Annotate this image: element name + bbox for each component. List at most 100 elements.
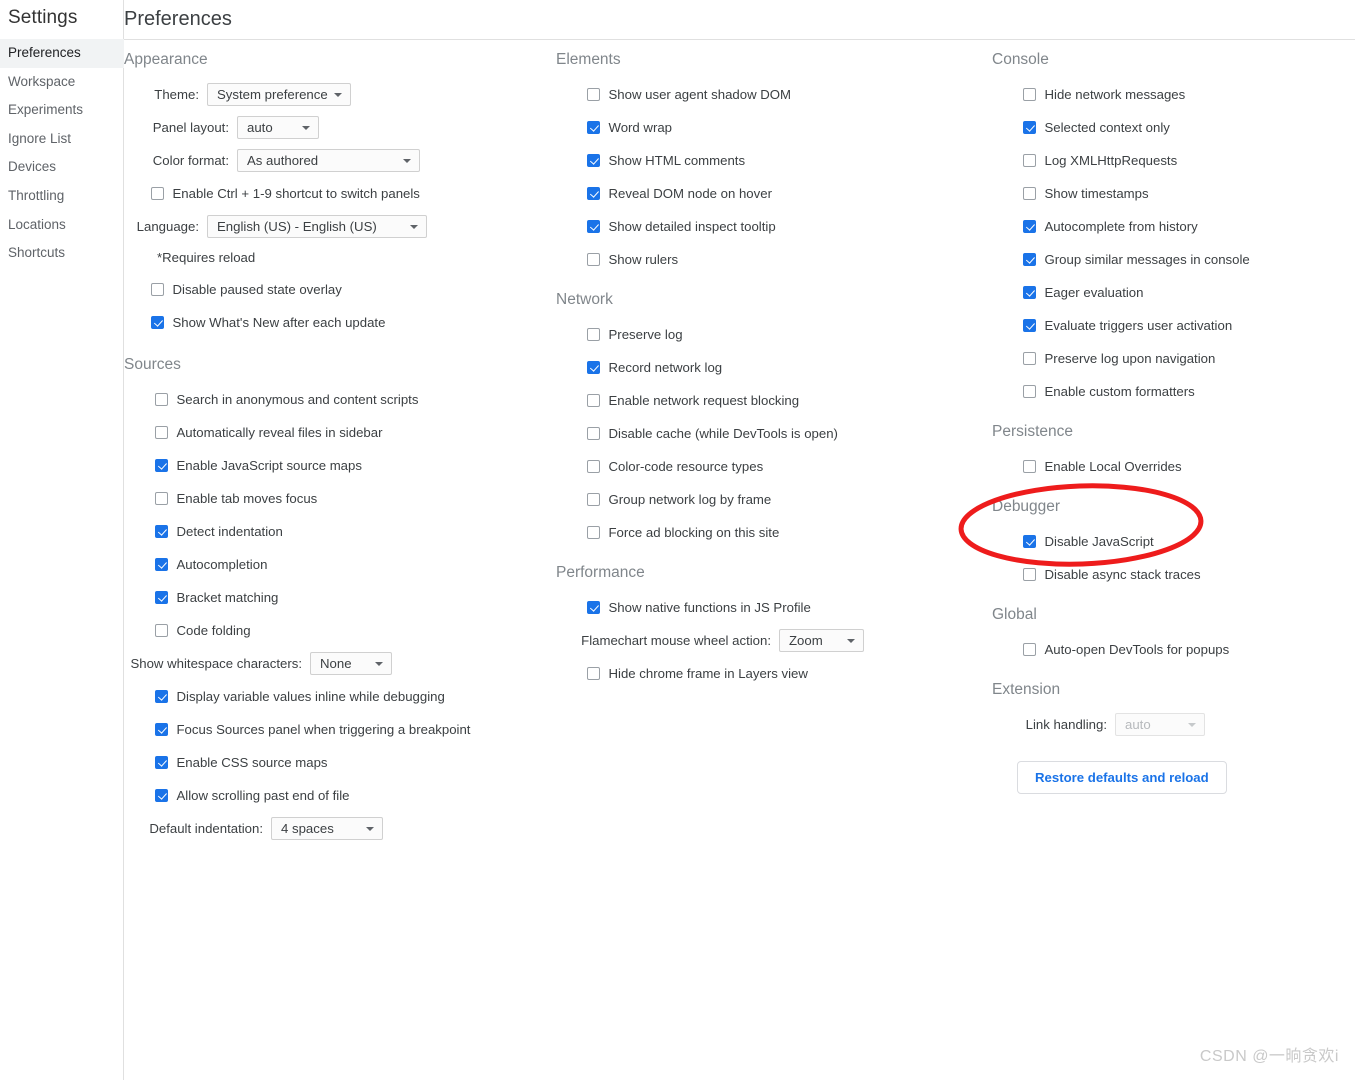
checkbox-detailed-tooltip[interactable]: [587, 220, 600, 233]
checkbox-row-selected-context-only[interactable]: Selected context only: [992, 111, 1355, 144]
sidebar-item-workspace[interactable]: Workspace: [0, 68, 124, 97]
checkbox-force-ad-blocking[interactable]: [587, 526, 600, 539]
checkbox-preserve-log-navigation[interactable]: [1023, 352, 1036, 365]
checkbox-row-reveal-dom-node[interactable]: Reveal DOM node on hover: [556, 177, 986, 210]
checkbox-disable-javascript[interactable]: [1023, 535, 1036, 548]
checkbox-ctrl-shortcut[interactable]: [151, 187, 164, 200]
checkbox-search-anonymous[interactable]: [155, 393, 168, 406]
checkbox-row-disable-paused-overlay[interactable]: Disable paused state overlay: [124, 273, 554, 306]
checkbox-row-scroll-past-eof[interactable]: Allow scrolling past end of file: [124, 779, 554, 812]
color-format-select[interactable]: As authored: [237, 149, 420, 172]
checkbox-row-local-overrides[interactable]: Enable Local Overrides: [992, 450, 1355, 483]
checkbox-row-disable-javascript[interactable]: Disable JavaScript: [992, 525, 1355, 558]
checkbox-auto-reveal-files[interactable]: [155, 426, 168, 439]
checkbox-row-color-code-resources[interactable]: Color-code resource types: [556, 450, 986, 483]
checkbox-row-group-by-frame[interactable]: Group network log by frame: [556, 483, 986, 516]
checkbox-eager-evaluation[interactable]: [1023, 286, 1036, 299]
checkbox-row-record-network-log[interactable]: Record network log: [556, 351, 986, 384]
checkbox-row-search-anonymous[interactable]: Search in anonymous and content scripts: [124, 383, 554, 416]
checkbox-group-similar-messages[interactable]: [1023, 253, 1036, 266]
checkbox-row-detailed-tooltip[interactable]: Show detailed inspect tooltip: [556, 210, 986, 243]
checkbox-group-by-frame[interactable]: [587, 493, 600, 506]
checkbox-row-eager-evaluation[interactable]: Eager evaluation: [992, 276, 1355, 309]
checkbox-row-hide-chrome-frame[interactable]: Hide chrome frame in Layers view: [556, 657, 986, 690]
checkbox-row-code-folding[interactable]: Code folding: [124, 614, 554, 647]
theme-select[interactable]: System preference: [207, 83, 351, 106]
checkbox-disable-async-stack-traces[interactable]: [1023, 568, 1036, 581]
checkbox-row-disable-async-stack-traces[interactable]: Disable async stack traces: [992, 558, 1355, 591]
checkbox-row-tab-moves-focus[interactable]: Enable tab moves focus: [124, 482, 554, 515]
checkbox-html-comments[interactable]: [587, 154, 600, 167]
checkbox-shadow-dom[interactable]: [587, 88, 600, 101]
checkbox-row-hide-network-messages[interactable]: Hide network messages: [992, 78, 1355, 111]
checkbox-css-source-maps[interactable]: [155, 756, 168, 769]
checkbox-word-wrap[interactable]: [587, 121, 600, 134]
checkbox-row-custom-formatters[interactable]: Enable custom formatters: [992, 375, 1355, 408]
sidebar-item-devices[interactable]: Devices: [0, 153, 124, 182]
checkbox-record-network-log[interactable]: [587, 361, 600, 374]
checkbox-row-detect-indentation[interactable]: Detect indentation: [124, 515, 554, 548]
checkbox-row-autocompletion[interactable]: Autocompletion: [124, 548, 554, 581]
checkbox-tab-moves-focus[interactable]: [155, 492, 168, 505]
checkbox-row-css-source-maps[interactable]: Enable CSS source maps: [124, 746, 554, 779]
whitespace-select[interactable]: None: [310, 652, 392, 675]
checkbox-inline-values[interactable]: [155, 690, 168, 703]
checkbox-row-evaluate-user-activation[interactable]: Evaluate triggers user activation: [992, 309, 1355, 342]
default-indentation-select[interactable]: 4 spaces: [271, 817, 383, 840]
checkbox-row-disable-cache[interactable]: Disable cache (while DevTools is open): [556, 417, 986, 450]
checkbox-row-request-blocking[interactable]: Enable network request blocking: [556, 384, 986, 417]
checkbox-row-word-wrap[interactable]: Word wrap: [556, 111, 986, 144]
checkbox-custom-formatters[interactable]: [1023, 385, 1036, 398]
restore-defaults-button[interactable]: Restore defaults and reload: [1017, 761, 1227, 794]
checkbox-show-timestamps[interactable]: [1023, 187, 1036, 200]
checkbox-row-bracket-matching[interactable]: Bracket matching: [124, 581, 554, 614]
checkbox-local-overrides[interactable]: [1023, 460, 1036, 473]
checkbox-disable-cache[interactable]: [587, 427, 600, 440]
checkbox-row-show-rulers[interactable]: Show rulers: [556, 243, 986, 276]
checkbox-focus-sources-panel[interactable]: [155, 723, 168, 736]
panel-layout-select[interactable]: auto: [237, 116, 319, 139]
language-select[interactable]: English (US) - English (US): [207, 215, 427, 238]
checkbox-show-rulers[interactable]: [587, 253, 600, 266]
link-handling-select[interactable]: auto: [1115, 713, 1205, 736]
sidebar-item-experiments[interactable]: Experiments: [0, 96, 124, 125]
checkbox-color-code-resources[interactable]: [587, 460, 600, 473]
sidebar-item-preferences[interactable]: Preferences: [0, 39, 124, 68]
checkbox-autocompletion[interactable]: [155, 558, 168, 571]
checkbox-code-folding[interactable]: [155, 624, 168, 637]
checkbox-row-group-similar-messages[interactable]: Group similar messages in console: [992, 243, 1355, 276]
checkbox-js-source-maps[interactable]: [155, 459, 168, 472]
checkbox-row-show-timestamps[interactable]: Show timestamps: [992, 177, 1355, 210]
checkbox-autocomplete-history[interactable]: [1023, 220, 1036, 233]
checkbox-row-log-xhr[interactable]: Log XMLHttpRequests: [992, 144, 1355, 177]
checkbox-request-blocking[interactable]: [587, 394, 600, 407]
checkbox-row-shadow-dom[interactable]: Show user agent shadow DOM: [556, 78, 986, 111]
checkbox-evaluate-user-activation[interactable]: [1023, 319, 1036, 332]
checkbox-row-preserve-log-navigation[interactable]: Preserve log upon navigation: [992, 342, 1355, 375]
flamechart-select[interactable]: Zoom: [779, 629, 864, 652]
checkbox-hide-network-messages[interactable]: [1023, 88, 1036, 101]
checkbox-row-inline-values[interactable]: Display variable values inline while deb…: [124, 680, 554, 713]
checkbox-hide-chrome-frame[interactable]: [587, 667, 600, 680]
checkbox-auto-open-devtools[interactable]: [1023, 643, 1036, 656]
checkbox-row-force-ad-blocking[interactable]: Force ad blocking on this site: [556, 516, 986, 549]
sidebar-item-locations[interactable]: Locations: [0, 211, 124, 240]
checkbox-row-whats-new[interactable]: Show What's New after each update: [124, 306, 554, 339]
checkbox-bracket-matching[interactable]: [155, 591, 168, 604]
checkbox-row-ctrl-shortcut[interactable]: Enable Ctrl + 1-9 shortcut to switch pan…: [124, 177, 554, 210]
checkbox-reveal-dom-node[interactable]: [587, 187, 600, 200]
checkbox-row-js-source-maps[interactable]: Enable JavaScript source maps: [124, 449, 554, 482]
checkbox-detect-indentation[interactable]: [155, 525, 168, 538]
checkbox-scroll-past-eof[interactable]: [155, 789, 168, 802]
sidebar-item-ignore-list[interactable]: Ignore List: [0, 125, 124, 154]
checkbox-selected-context-only[interactable]: [1023, 121, 1036, 134]
checkbox-row-focus-sources-panel[interactable]: Focus Sources panel when triggering a br…: [124, 713, 554, 746]
checkbox-whats-new[interactable]: [151, 316, 164, 329]
checkbox-row-preserve-log[interactable]: Preserve log: [556, 318, 986, 351]
checkbox-row-html-comments[interactable]: Show HTML comments: [556, 144, 986, 177]
sidebar-item-shortcuts[interactable]: Shortcuts: [0, 239, 124, 268]
checkbox-disable-paused-overlay[interactable]: [151, 283, 164, 296]
checkbox-row-native-functions[interactable]: Show native functions in JS Profile: [556, 591, 986, 624]
checkbox-native-functions[interactable]: [587, 601, 600, 614]
checkbox-row-auto-open-devtools[interactable]: Auto-open DevTools for popups: [992, 633, 1355, 666]
